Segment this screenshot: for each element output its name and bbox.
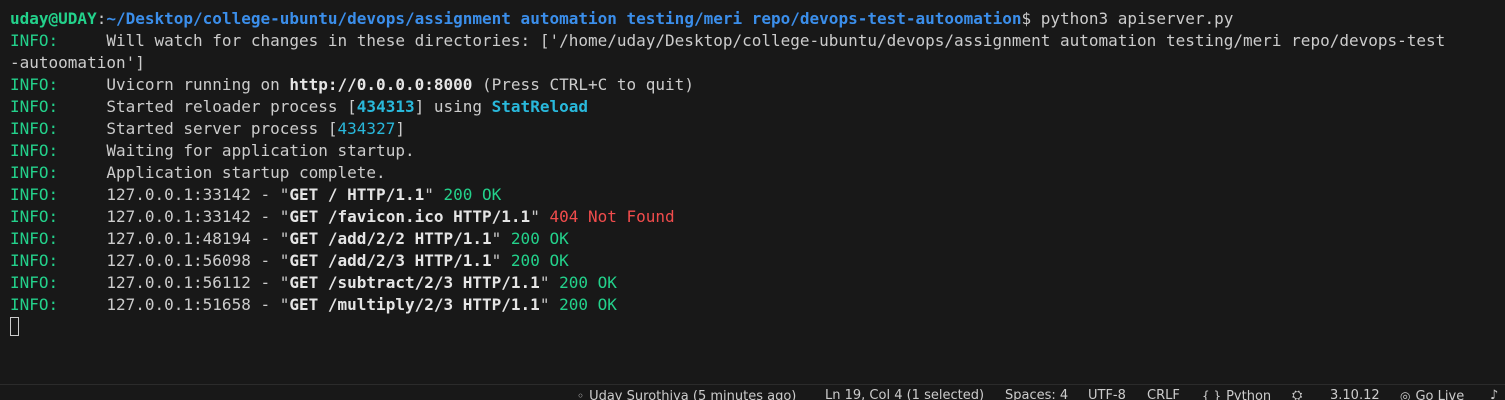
terminal-cursor [10,317,19,336]
log-message: Started server process [ [58,119,338,138]
copilot-icon[interactable]: ⛭ [1292,388,1302,400]
prompt-separator: : [96,9,107,28]
language-mode[interactable]: { } Python [1202,388,1271,400]
log-level: INFO: [10,273,59,292]
http-status: 200 OK [559,273,617,292]
access-log-line: INFO: 127.0.0.1:33142 - "GET / HTTP/1.1"… [10,184,1505,206]
log-level: INFO: [10,185,59,204]
client-address: 127.0.0.1:33142 - " [58,207,290,226]
prompt-line: uday@UDAY:~/Desktop/college-ubuntu/devop… [10,8,1505,30]
log-message: Uvicorn running on [58,75,290,94]
braces-icon: { } [1202,389,1222,400]
go-live-button[interactable]: ◎ Go Live [1400,388,1464,400]
process-id: 434313 [356,97,415,116]
input-line[interactable] [10,316,1505,338]
access-log-line: INFO: 127.0.0.1:33142 - "GET /favicon.ic… [10,206,1505,228]
go-live-label: Go Live [1415,389,1465,400]
log-level: INFO: [10,207,59,226]
log-line: INFO: Started reloader process [434313] … [10,96,1505,118]
prompt-user: uday@UDAY [10,9,97,28]
access-log-line: INFO: 127.0.0.1:51658 - "GET /multiply/2… [10,294,1505,316]
client-address: 127.0.0.1:51658 - " [58,295,290,314]
log-level: INFO: [10,251,59,270]
prompt-command: python3 apiserver.py [1040,9,1234,28]
http-status: 200 OK [443,185,502,204]
client-address: 127.0.0.1:48194 - " [58,229,290,248]
log-message: Will watch for changes in these director… [58,31,1446,50]
prompt-path: ~/Desktop/college-ubuntu/devops/assignme… [106,9,1022,28]
log-level: INFO: [10,295,59,314]
process-id: 434327 [337,119,396,138]
log-line: INFO: Waiting for application startup. [10,140,1505,162]
http-request: GET /add/2/3 HTTP/1.1 [289,251,492,270]
log-level: INFO: [10,163,59,182]
http-request: GET /subtract/2/3 HTTP/1.1 [289,273,540,292]
log-message: (Press CTRL+C to quit) [472,75,694,94]
log-line: INFO: Application startup complete. [10,162,1505,184]
log-level: INFO: [10,119,59,138]
log-line-wrap: -autoomation'] [10,52,1505,74]
log-level: INFO: [10,31,59,50]
terminal-panel[interactable]: uday@UDAY:~/Desktop/college-ubuntu/devop… [0,0,1505,384]
server-url: http://0.0.0.0:8000 [289,75,473,94]
git-commit-icon: ◦ [577,389,585,400]
broadcast-icon: ◎ [1400,389,1411,400]
quote-close: " [491,229,511,248]
git-blame-item[interactable]: ◦ Uday Surothiya (5 minutes ago) [577,388,796,400]
log-line: INFO: Uvicorn running on http://0.0.0.0:… [10,74,1505,96]
log-message: Application startup complete. [58,163,386,182]
http-request: GET /favicon.ico HTTP/1.1 [289,207,531,226]
python-version[interactable]: 3.10.12 [1330,388,1380,400]
http-status: 200 OK [510,251,569,270]
log-level: INFO: [10,141,59,160]
log-message: ] using [414,97,492,116]
quote-close: " [424,185,444,204]
http-request: GET /multiply/2/3 HTTP/1.1 [289,295,540,314]
client-address: 127.0.0.1:56112 - " [58,273,290,292]
log-message: ] [395,119,405,138]
access-log-line: INFO: 127.0.0.1:56112 - "GET /subtract/2… [10,272,1505,294]
git-blame-text: Uday Surothiya (5 minutes ago) [589,389,797,400]
log-level: INFO: [10,97,59,116]
log-line: INFO: Will watch for changes in these di… [10,30,1505,52]
client-address: 127.0.0.1:56098 - " [58,251,290,270]
reloader-name: StatReload [491,97,588,116]
log-line: INFO: Started server process [434327] [10,118,1505,140]
log-message: Waiting for application startup. [58,141,415,160]
http-request: GET / HTTP/1.1 [289,185,425,204]
cursor-position[interactable]: Ln 19, Col 4 (1 selected) [825,388,984,400]
access-log-line: INFO: 127.0.0.1:48194 - "GET /add/2/2 HT… [10,228,1505,250]
prompt-symbol: $ [1021,9,1041,28]
status-bar: ◦ Uday Surothiya (5 minutes ago) Ln 19, C… [0,384,1505,400]
quote-close: " [491,251,511,270]
line-ending[interactable]: CRLF [1147,388,1180,400]
log-message: -autoomation'] [10,53,145,72]
log-level: INFO: [10,75,59,94]
http-request: GET /add/2/2 HTTP/1.1 [289,229,492,248]
http-status: 200 OK [510,229,569,248]
log-level: INFO: [10,229,59,248]
quote-close: " [539,295,560,314]
notifications-icon[interactable]: ♪ [1490,388,1498,400]
quote-close: " [530,207,550,226]
language-label: Python [1226,389,1272,400]
encoding[interactable]: UTF-8 [1088,388,1126,400]
quote-close: " [539,273,560,292]
indentation[interactable]: Spaces: 4 [1005,388,1068,400]
http-status: 200 OK [559,295,617,314]
access-log-line: INFO: 127.0.0.1:56098 - "GET /add/2/3 HT… [10,250,1505,272]
http-status: 404 Not Found [549,207,675,226]
log-message: Started reloader process [ [58,97,357,116]
client-address: 127.0.0.1:33142 - " [58,185,290,204]
